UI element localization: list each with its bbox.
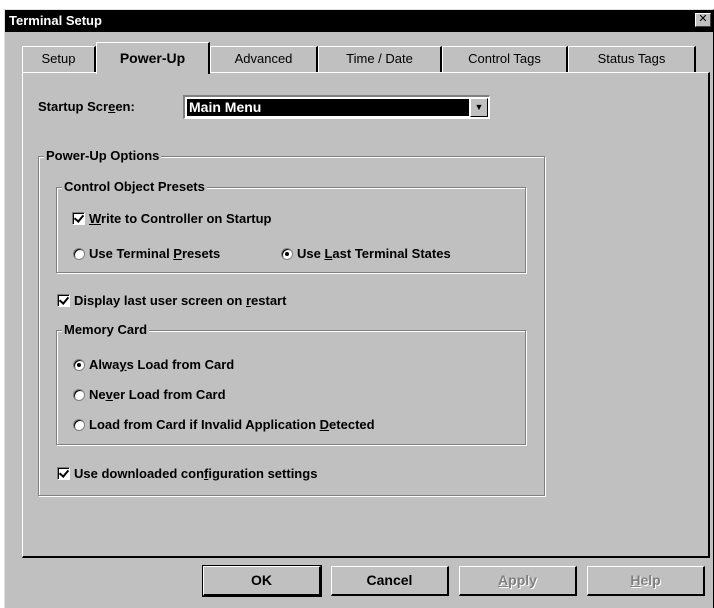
tab-power-up[interactable]: Power-Up	[96, 42, 210, 74]
tab-control-tags[interactable]: Control Tags	[442, 46, 568, 72]
tab-time-date[interactable]: Time / Date	[318, 46, 442, 72]
startup-screen-label: Startup Screen:	[38, 99, 135, 114]
ok-button[interactable]: OK	[202, 565, 322, 597]
startup-screen-value: Main Menu	[187, 99, 469, 116]
checkbox-checked-icon[interactable]	[57, 467, 70, 480]
checkbox-checked-icon[interactable]	[57, 294, 70, 307]
cancel-button[interactable]: Cancel	[331, 566, 449, 596]
checkbox-checked-icon[interactable]	[72, 212, 85, 225]
use-terminal-presets-radio[interactable]: Use Terminal Presets	[73, 246, 220, 261]
title-bar[interactable]: Terminal Setup ✕	[5, 10, 713, 32]
display-last-screen-checkbox[interactable]: Display last user screen on restart	[57, 293, 286, 308]
tab-setup[interactable]: Setup	[22, 46, 96, 72]
control-object-presets-title: Control Object Presets	[62, 179, 207, 194]
power-up-options-title: Power-Up Options	[44, 148, 162, 163]
dropdown-arrow-icon[interactable]: ▼	[470, 98, 488, 117]
radio-unselected-icon[interactable]	[73, 248, 85, 260]
tab-status-tags[interactable]: Status Tags	[568, 46, 696, 72]
apply-button[interactable]: Apply	[459, 566, 577, 596]
never-load-radio[interactable]: Never Load from Card	[73, 387, 226, 402]
use-downloaded-config-checkbox[interactable]: Use downloaded configuration settings	[57, 466, 317, 481]
radio-selected-icon[interactable]	[281, 248, 293, 260]
always-load-radio[interactable]: Always Load from Card	[73, 357, 234, 372]
help-button[interactable]: Help	[587, 566, 705, 596]
radio-unselected-icon[interactable]	[73, 419, 85, 431]
close-icon[interactable]: ✕	[695, 13, 711, 27]
window-title: Terminal Setup	[9, 13, 102, 28]
use-last-terminal-states-radio[interactable]: Use Last Terminal States	[281, 246, 451, 261]
startup-screen-dropdown[interactable]: Main Menu ▼	[183, 95, 490, 119]
write-to-controller-checkbox[interactable]: Write to Controller on Startup	[72, 211, 272, 226]
load-if-invalid-radio[interactable]: Load from Card if Invalid Application De…	[73, 417, 375, 432]
tab-advanced[interactable]: Advanced	[210, 46, 318, 72]
memory-card-title: Memory Card	[62, 322, 150, 337]
radio-unselected-icon[interactable]	[73, 389, 85, 401]
radio-selected-icon[interactable]	[73, 359, 85, 371]
